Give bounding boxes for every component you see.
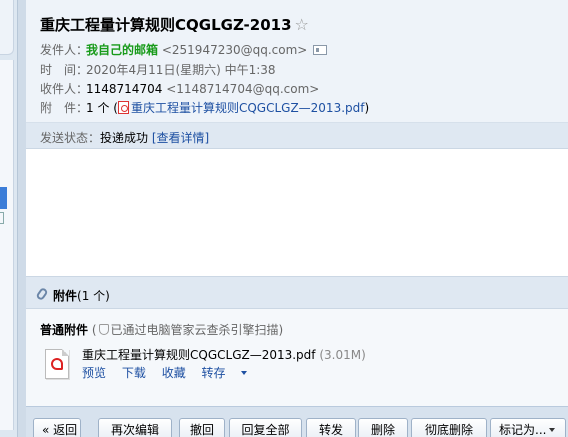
time-value: 2020年4月11日(星期六) 中午1:38 (86, 63, 276, 77)
reply-all-button[interactable]: 回复全部 (229, 418, 302, 437)
scan-open-paren: ( (91, 323, 97, 337)
pdf-logo-mark (51, 358, 63, 370)
sender-name[interactable]: 我自己的邮箱 (86, 43, 158, 57)
recipient-address: <1148714704@qq.com> (166, 82, 320, 96)
status-label: 发送状态： (40, 131, 101, 145)
preview-link[interactable]: 预览 (82, 366, 106, 380)
subject-text: 重庆工程量计算规则CQGLGZ-2013 (40, 16, 292, 34)
mail-body (26, 149, 568, 276)
attachment-file-name[interactable]: 重庆工程量计算规则CQGCLGZ—2013.pdf (82, 348, 316, 362)
attachments-title: 附件(1 个) (53, 287, 110, 304)
paperclip-icon (35, 286, 49, 302)
star-icon[interactable]: ☆ (295, 15, 309, 34)
pdf-file-icon (117, 101, 129, 114)
delete-permanently-button[interactable]: 彻底删除 (411, 418, 487, 437)
attachment-actions: 预览 下载 收藏 转存 (82, 364, 259, 381)
delivery-status-bar: 发送状态：投递成功 [查看详情] (26, 123, 568, 149)
back-button[interactable]: « 返回 (33, 418, 81, 437)
left-panel-body-edge (0, 60, 14, 430)
save-to-link[interactable]: 转存 (202, 366, 247, 380)
normal-attachment-heading: 普通附件 ( 已通过电脑管家云查杀引擎扫描) (40, 321, 283, 338)
attachment-file-name-row: 重庆工程量计算规则CQGCLGZ—2013.pdf (3.01M) (82, 346, 366, 363)
mail-read-pane: 重庆工程量计算规则CQGLGZ-2013 ☆ 发件人：我自己的邮箱 <251947… (26, 0, 568, 437)
scan-note: 已通过电脑管家云查杀引擎扫描 (110, 323, 279, 337)
recall-button[interactable]: 撤回 (179, 418, 225, 437)
mark-as-button[interactable]: 标记为... (490, 418, 566, 437)
mail-subject: 重庆工程量计算规则CQGLGZ-2013 ☆ (40, 14, 309, 35)
attachments-title-text: 附件 (53, 289, 78, 303)
sender-address: <251947230@qq.com> (161, 43, 308, 57)
attachment-file-size: (3.01M) (319, 348, 366, 362)
mark-as-label: 标记为... (499, 423, 547, 437)
status-detail-link[interactable]: [查看详情] (152, 131, 209, 145)
delete-button[interactable]: 删除 (358, 418, 408, 437)
delivery-status-row: 发送状态：投递成功 [查看详情] (40, 129, 209, 146)
recipient-label: 收件人： (40, 82, 89, 96)
favorite-link[interactable]: 收藏 (162, 366, 186, 380)
reedit-button[interactable]: 再次编辑 (98, 418, 172, 437)
attachment-row: 附 件：1 个 ( 重庆工程量计算规则CQGCLGZ—2013.pdf) (40, 99, 369, 116)
folder-bracket-mark (0, 212, 4, 224)
time-row: 时 间：2020年4月11日(星期六) 中午1:38 (40, 61, 276, 78)
attachment-label: 附 件： (40, 101, 89, 115)
left-panel-top-edge (0, 0, 14, 55)
selected-folder-indicator[interactable] (0, 187, 7, 209)
normal-attachment-label: 普通附件 (40, 323, 89, 337)
pdf-file-large-icon[interactable] (45, 349, 69, 379)
shield-icon (98, 324, 109, 335)
scan-close-paren: ) (278, 323, 284, 337)
download-link[interactable]: 下载 (122, 366, 146, 380)
left-navigation-edge (0, 0, 18, 437)
recipient-row: 收件人：1148714704 <1148714704@qq.com> (40, 80, 319, 97)
attachment-close-paren: ) (364, 101, 370, 115)
status-value: 投递成功 (100, 131, 149, 145)
attachments-header: 附件(1 个) (26, 276, 568, 309)
sender-row: 发件人：我自己的邮箱 <251947230@qq.com> (40, 41, 328, 58)
mail-toolbar: « 返回 再次编辑 撤回 回复全部 转发 删除 彻底删除 标记为... (26, 406, 568, 437)
attachment-count: 1 个 ( (86, 101, 118, 115)
attachments-count: (1 个) (77, 289, 110, 303)
forward-button[interactable]: 转发 (306, 418, 356, 437)
sender-label: 发件人： (40, 43, 89, 57)
contact-card-icon[interactable] (313, 45, 328, 55)
attachments-panel: 普通附件 ( 已通过电脑管家云查杀引擎扫描) 重庆工程量计算规则CQGCLGZ—2… (26, 309, 568, 406)
recipient-name[interactable]: 1148714704 (86, 82, 162, 96)
mail-header: 重庆工程量计算规则CQGLGZ-2013 ☆ 发件人：我自己的邮箱 <251947… (26, 0, 568, 123)
chevron-down-icon (549, 428, 556, 432)
attachment-link[interactable]: 重庆工程量计算规则CQGCLGZ—2013.pdf (131, 101, 365, 115)
chevron-down-icon (240, 371, 247, 375)
time-label: 时 间： (40, 63, 89, 77)
save-to-label: 转存 (201, 366, 226, 380)
